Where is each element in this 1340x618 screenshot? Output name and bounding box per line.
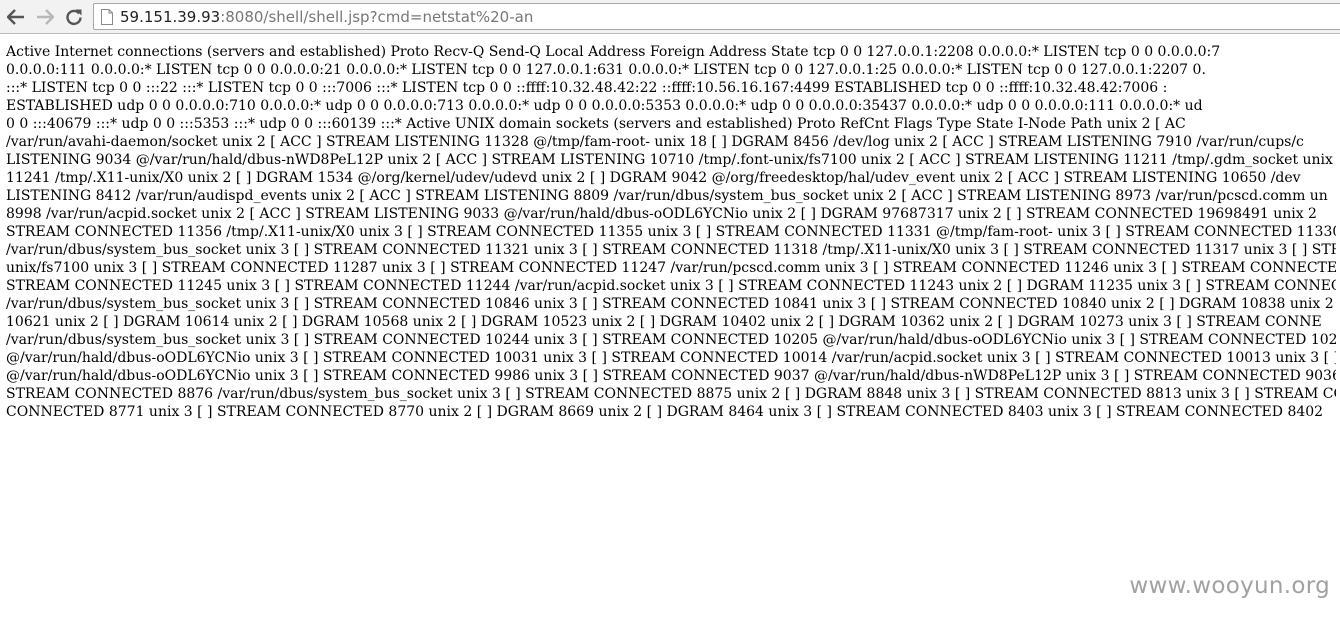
- output-line: ESTABLISHED udp 0 0 0.0.0.0:710 0.0.0.0:…: [6, 98, 1203, 114]
- output-line: 0.0.0.0:111 0.0.0.0:* LISTEN tcp 0 0 0.0…: [6, 62, 1206, 78]
- output-line: CONNECTED 8771 unix 3 [ ] STREAM CONNECT…: [6, 404, 1324, 420]
- output-line: @/var/run/hald/dbus-oODL6YCNio unix 3 [ …: [6, 350, 1336, 366]
- output-line: unix/fs7100 unix 3 [ ] STREAM CONNECTED …: [6, 260, 1336, 276]
- reload-button[interactable]: [62, 5, 86, 29]
- output-line: LISTENING 9034 @/var/run/hald/dbus-nWD8P…: [6, 152, 1333, 168]
- output-line: 0 0 :::40679 :::* udp 0 0 :::5353 :::* u…: [6, 116, 1186, 132]
- url-path: :8080/shell/shell.jsp?cmd=netstat%20-an: [220, 8, 534, 26]
- url-host: 59.151.39.93: [120, 8, 221, 26]
- output-line: 11241 /tmp/.X11-unix/X0 unix 2 [ ] DGRAM…: [6, 170, 1301, 186]
- output-line: STREAM CONNECTED 8876 /var/run/dbus/syst…: [6, 386, 1336, 402]
- forward-arrow-icon: [36, 9, 54, 25]
- output-line: STREAM CONNECTED 11356 /tmp/.X11-unix/X0…: [6, 224, 1336, 240]
- output-line: 8998 /var/run/acpid.socket unix 2 [ ACC …: [6, 206, 1317, 222]
- forward-button[interactable]: [33, 5, 57, 29]
- url-text[interactable]: 59.151.39.93:8080/shell/shell.jsp?cmd=ne…: [120, 8, 533, 26]
- output-line: @/var/run/hald/dbus-oODL6YCNio unix 3 [ …: [6, 368, 1336, 384]
- back-button[interactable]: [4, 5, 28, 29]
- output-line: /var/run/dbus/system_bus_socket unix 3 […: [6, 242, 1336, 258]
- output-line: /var/run/dbus/system_bus_socket unix 3 […: [6, 296, 1336, 312]
- output-line: 10621 unix 2 [ ] DGRAM 10614 unix 2 [ ] …: [6, 314, 1322, 330]
- page-icon: [100, 9, 114, 25]
- browser-toolbar: 59.151.39.93:8080/shell/shell.jsp?cmd=ne…: [0, 0, 1340, 34]
- output-line: LISTENING 8412 /var/run/audispd_events u…: [6, 188, 1328, 204]
- netstat-output: Active Internet connections (servers and…: [6, 43, 1336, 421]
- reload-icon: [65, 8, 83, 26]
- output-line: Active Internet connections (servers and…: [6, 44, 1221, 60]
- address-bar[interactable]: 59.151.39.93:8080/shell/shell.jsp?cmd=ne…: [93, 3, 1340, 30]
- output-line: :::* LISTEN tcp 0 0 :::22 :::* LISTEN tc…: [6, 80, 1168, 96]
- output-line: /var/run/avahi-daemon/socket unix 2 [ AC…: [6, 134, 1304, 150]
- output-line: STREAM CONNECTED 11245 unix 3 [ ] STREAM…: [6, 278, 1336, 294]
- back-arrow-icon: [7, 9, 25, 25]
- output-line: /var/run/dbus/system_bus_socket unix 3 […: [6, 332, 1336, 348]
- watermark: www.wooyun.org: [1129, 573, 1330, 599]
